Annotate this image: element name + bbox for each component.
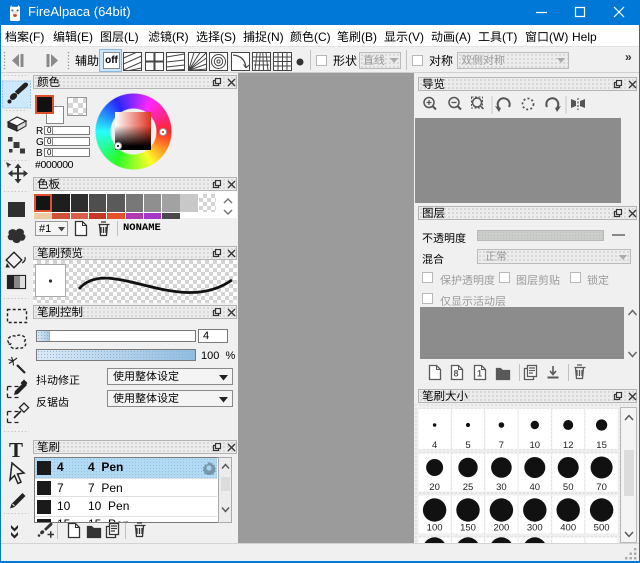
svg-text:4: 4	[432, 440, 437, 451]
svg-text:300: 300	[527, 523, 543, 534]
svg-text:12: 12	[563, 440, 574, 451]
svg-text:T: T	[9, 438, 23, 462]
svg-text:30: 30	[496, 482, 507, 493]
svg-text:1: 1	[477, 369, 482, 379]
svg-text:15: 15	[596, 440, 607, 451]
svg-text:10: 10	[530, 440, 541, 451]
svg-text:100: 100	[427, 523, 443, 534]
svg-text:20: 20	[429, 482, 440, 493]
svg-text:500: 500	[594, 523, 610, 534]
svg-text:150: 150	[460, 523, 476, 534]
svg-text:400: 400	[560, 523, 576, 534]
svg-text:200: 200	[493, 523, 509, 534]
svg-text:40: 40	[530, 482, 541, 493]
svg-text:25: 25	[463, 482, 474, 493]
svg-text:5: 5	[465, 440, 470, 451]
svg-text:7: 7	[499, 440, 504, 451]
svg-text:50: 50	[563, 482, 574, 493]
svg-text:70: 70	[596, 482, 607, 493]
svg-text:8: 8	[454, 369, 459, 379]
